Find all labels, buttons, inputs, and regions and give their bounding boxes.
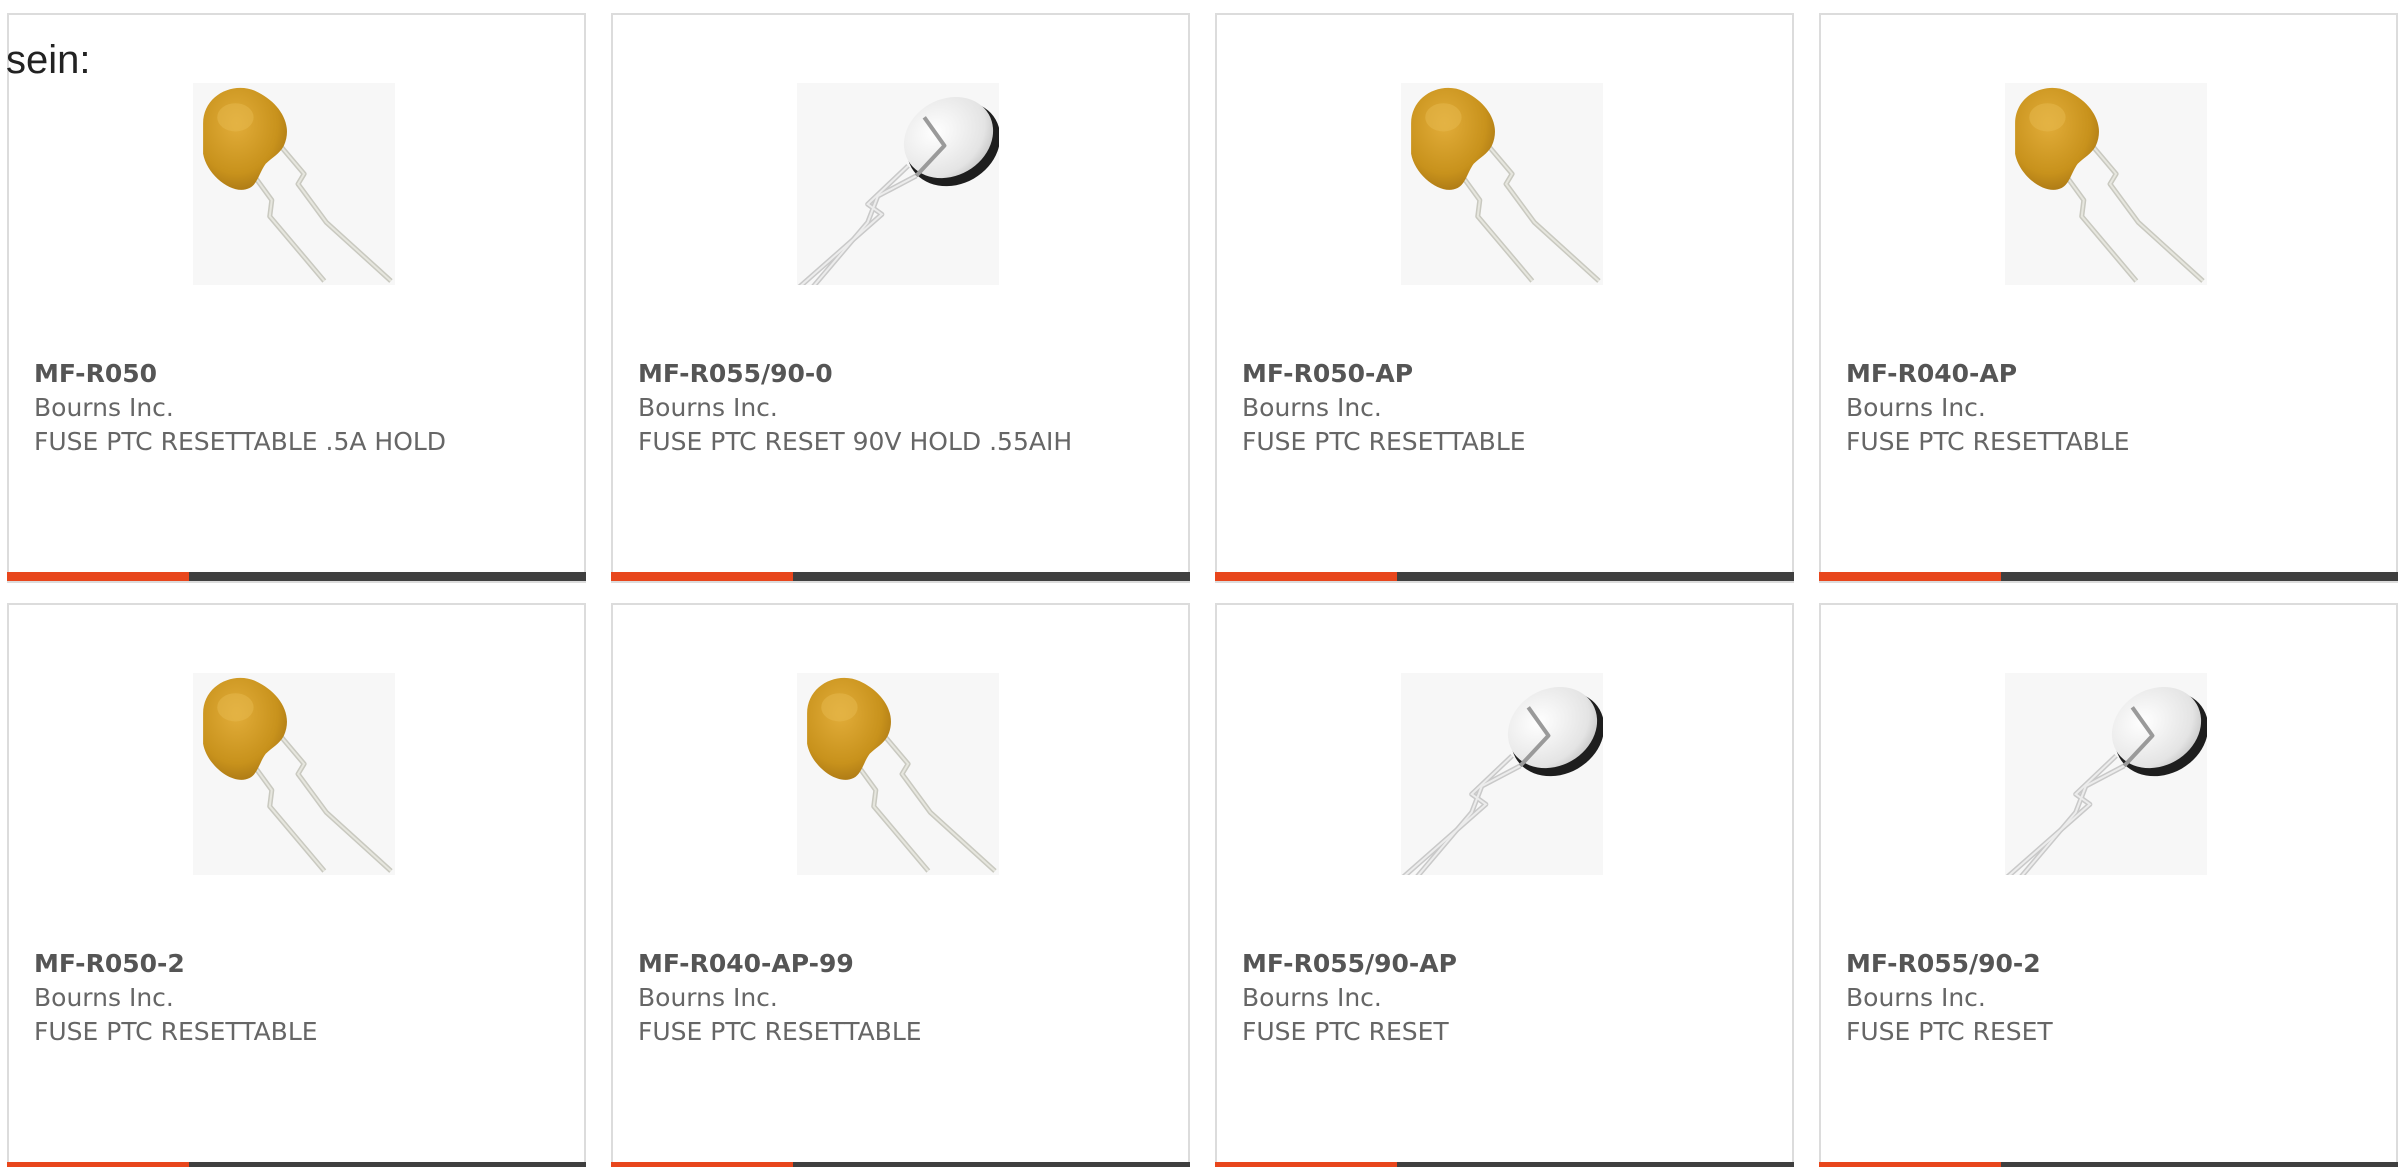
product-card[interactable]: MF-R050 Bourns Inc. FUSE PTC RESETTABLE …: [7, 13, 586, 583]
part-number[interactable]: MF-R055/90-2: [1846, 947, 2366, 981]
product-card[interactable]: MF-R055/90-0 Bourns Inc. FUSE PTC RESET …: [611, 13, 1190, 583]
manufacturer: Bourns Inc.: [1242, 393, 1382, 422]
part-number[interactable]: MF-R040-AP: [1846, 357, 2366, 391]
part-number[interactable]: MF-R050: [34, 357, 554, 391]
product-info: MF-R050 Bourns Inc. FUSE PTC RESETTABLE …: [34, 357, 554, 459]
card-bottom-bar: [611, 572, 1190, 581]
card-accent-bar: [611, 572, 793, 581]
product-info: MF-R050-2 Bourns Inc. FUSE PTC RESETTABL…: [34, 947, 554, 1049]
card-accent-bar: [1819, 1162, 2001, 1167]
card-bottom-bar: [1215, 572, 1794, 581]
card-bottom-bar: [1819, 572, 2398, 581]
card-bottom-bar: [1215, 1162, 1794, 1167]
radial-ptc-fuse-white-icon: [2005, 673, 2207, 875]
part-number[interactable]: MF-R055/90-0: [638, 357, 1158, 391]
radial-ptc-fuse-yellow-icon: [1401, 83, 1603, 285]
radial-ptc-fuse-yellow-icon: [193, 673, 395, 875]
radial-ptc-fuse-yellow-icon: [2005, 83, 2207, 285]
manufacturer: Bourns Inc.: [1846, 393, 1986, 422]
product-card[interactable]: MF-R040-AP Bourns Inc. FUSE PTC RESETTAB…: [1819, 13, 2398, 583]
description: FUSE PTC RESET: [1846, 1017, 2053, 1046]
product-card[interactable]: MF-R050-2 Bourns Inc. FUSE PTC RESETTABL…: [7, 603, 586, 1167]
radial-ptc-fuse-yellow-icon: [797, 673, 999, 875]
part-number[interactable]: MF-R050-2: [34, 947, 554, 981]
radial-ptc-fuse-yellow-icon: [193, 83, 395, 285]
description: FUSE PTC RESETTABLE: [638, 1017, 922, 1046]
description: FUSE PTC RESETTABLE: [34, 1017, 318, 1046]
product-card[interactable]: MF-R055/90-AP Bourns Inc. FUSE PTC RESET: [1215, 603, 1794, 1167]
page: sein: MF-R050 Bourns Inc. FUSE PTC RESET…: [0, 0, 2400, 1167]
product-info: MF-R040-AP Bourns Inc. FUSE PTC RESETTAB…: [1846, 357, 2366, 459]
card-accent-bar: [7, 1162, 189, 1167]
description: FUSE PTC RESETTABLE .5A HOLD: [34, 427, 447, 456]
product-info: MF-R055/90-0 Bourns Inc. FUSE PTC RESET …: [638, 357, 1158, 459]
description: FUSE PTC RESETTABLE: [1242, 427, 1526, 456]
product-card[interactable]: MF-R055/90-2 Bourns Inc. FUSE PTC RESET: [1819, 603, 2398, 1167]
card-accent-bar: [1819, 572, 2001, 581]
product-card[interactable]: MF-R040-AP-99 Bourns Inc. FUSE PTC RESET…: [611, 603, 1190, 1167]
radial-ptc-fuse-white-icon: [1401, 673, 1603, 875]
card-accent-bar: [1215, 1162, 1397, 1167]
part-number[interactable]: MF-R040-AP-99: [638, 947, 1158, 981]
card-accent-bar: [7, 572, 189, 581]
product-grid: MF-R050 Bourns Inc. FUSE PTC RESETTABLE …: [7, 13, 2398, 1167]
manufacturer: Bourns Inc.: [1846, 983, 1986, 1012]
card-bottom-bar: [611, 1162, 1190, 1167]
product-info: MF-R050-AP Bourns Inc. FUSE PTC RESETTAB…: [1242, 357, 1762, 459]
description: FUSE PTC RESETTABLE: [1846, 427, 2130, 456]
manufacturer: Bourns Inc.: [34, 393, 174, 422]
card-accent-bar: [611, 1162, 793, 1167]
card-accent-bar: [1215, 572, 1397, 581]
product-card[interactable]: MF-R050-AP Bourns Inc. FUSE PTC RESETTAB…: [1215, 13, 1794, 583]
description: FUSE PTC RESET 90V HOLD .55AIH: [638, 427, 1073, 456]
product-info: MF-R040-AP-99 Bourns Inc. FUSE PTC RESET…: [638, 947, 1158, 1049]
intro-text: sein:: [6, 38, 91, 82]
product-info: MF-R055/90-AP Bourns Inc. FUSE PTC RESET: [1242, 947, 1762, 1049]
card-bottom-bar: [7, 1162, 586, 1167]
description: FUSE PTC RESET: [1242, 1017, 1449, 1046]
radial-ptc-fuse-white-icon: [797, 83, 999, 285]
card-bottom-bar: [7, 572, 586, 581]
product-info: MF-R055/90-2 Bourns Inc. FUSE PTC RESET: [1846, 947, 2366, 1049]
card-bottom-bar: [1819, 1162, 2398, 1167]
manufacturer: Bourns Inc.: [1242, 983, 1382, 1012]
manufacturer: Bourns Inc.: [638, 393, 778, 422]
manufacturer: Bourns Inc.: [638, 983, 778, 1012]
part-number[interactable]: MF-R050-AP: [1242, 357, 1762, 391]
manufacturer: Bourns Inc.: [34, 983, 174, 1012]
part-number[interactable]: MF-R055/90-AP: [1242, 947, 1762, 981]
